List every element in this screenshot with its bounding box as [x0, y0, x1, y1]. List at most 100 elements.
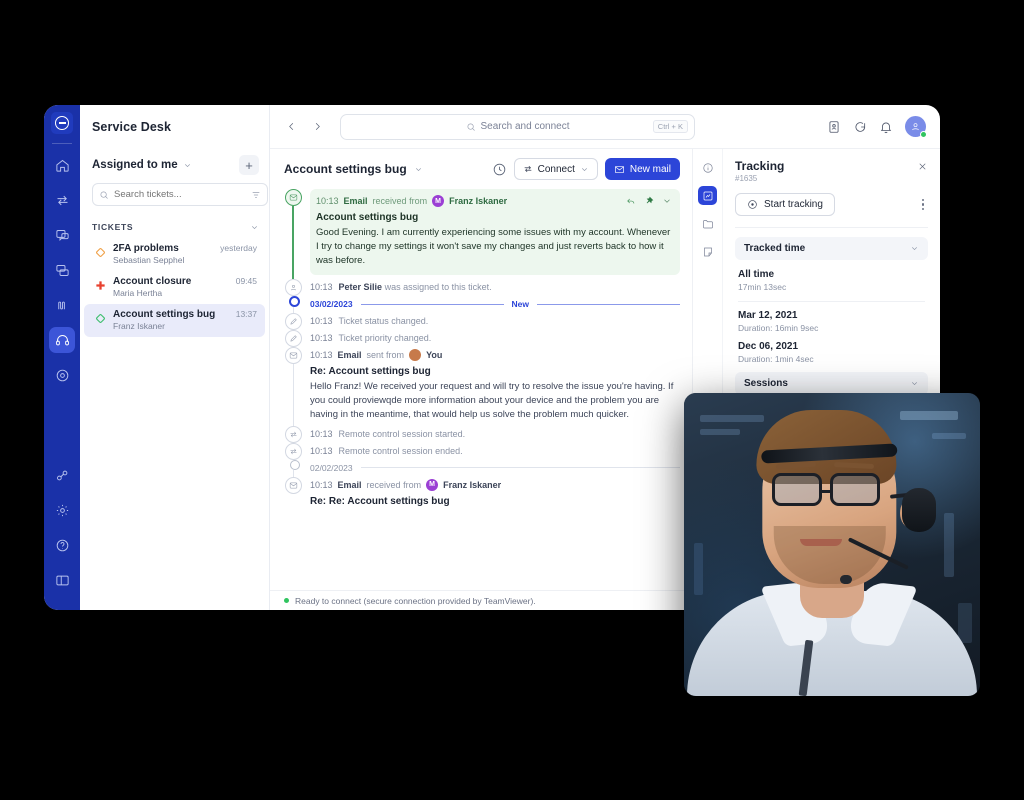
devices-icon[interactable]: [49, 257, 75, 283]
forward-button[interactable]: [308, 118, 326, 136]
event-text: Peter Silie was assigned to this ticket.: [338, 282, 492, 293]
sessions-section[interactable]: Sessions: [735, 372, 928, 395]
assigned-filter-label[interactable]: Assigned to me: [92, 159, 178, 171]
new-mail-button[interactable]: New mail: [604, 158, 680, 180]
ticket-list-item[interactable]: Account settings bug 13:37 Franz Iskaner: [84, 304, 265, 337]
timeline-rail: [284, 330, 302, 348]
monitoring-icon[interactable]: [49, 292, 75, 318]
ticket-timeline: 10:13 Email received from M Franz Iskaner Acc…: [270, 189, 692, 590]
link-icon[interactable]: [49, 462, 75, 488]
message-card[interactable]: 10:13 Email received from M Franz Iskaner Acc…: [310, 189, 680, 276]
close-icon[interactable]: [917, 159, 928, 177]
message-meta: 10:13 Email received from M Franz Iskaner: [316, 195, 672, 207]
support-agent-video-feed[interactable]: [684, 393, 980, 696]
event-text: Remote control session started.: [338, 428, 466, 439]
home-icon[interactable]: [49, 152, 75, 178]
timeline-date-divider: 02/02/2023: [284, 459, 680, 477]
message-actions: [626, 196, 672, 206]
search-tickets-box[interactable]: [92, 183, 268, 206]
sessions-label: Sessions: [744, 378, 788, 389]
ticket-time: 09:45: [235, 276, 257, 286]
message-body: Hello Franz! We received your request an…: [310, 381, 674, 420]
avatar[interactable]: [905, 116, 927, 138]
timeline-date: 03/02/2023: [310, 299, 353, 310]
tickets-section-header[interactable]: TICKETS: [80, 206, 269, 238]
message-author: Franz Iskaner: [443, 479, 502, 490]
headset-icon[interactable]: [49, 327, 75, 353]
chevron-down-icon[interactable]: [250, 223, 259, 232]
cross-red-icon: [95, 276, 106, 298]
event-time: 10:13: [310, 333, 333, 344]
timeline-rail: [284, 313, 302, 331]
panel-divider: [735, 227, 928, 228]
ticket-time: yesterday: [220, 243, 257, 253]
divider-rule: [360, 303, 504, 305]
note-icon[interactable]: [698, 242, 717, 261]
add-ticket-button[interactable]: +: [239, 155, 259, 175]
panel-icon[interactable]: [49, 567, 75, 593]
chat-icon[interactable]: [49, 222, 75, 248]
folder-icon[interactable]: [698, 214, 717, 233]
camera-icon[interactable]: [49, 362, 75, 388]
reply-icon[interactable]: [626, 196, 636, 206]
timeline-message: 10:13 Email received from M Franz Iskaner Re:…: [284, 476, 680, 514]
nav-rail-bottom: [49, 462, 75, 610]
tracking-entry-date: Dec 06, 2021: [738, 341, 799, 352]
transfer-icon[interactable]: [49, 187, 75, 213]
message-card[interactable]: 10:13 Email received from M Franz Iskaner Re:…: [310, 477, 680, 507]
background-light: [944, 513, 954, 577]
bell-icon[interactable]: [879, 120, 893, 134]
ticket-requester: Franz Iskaner: [113, 321, 165, 331]
filter-icon[interactable]: [251, 190, 261, 200]
search-input[interactable]: [114, 189, 246, 200]
info-icon[interactable]: [698, 158, 717, 177]
event-time: 10:13: [310, 316, 333, 327]
connect-button[interactable]: Connect: [513, 158, 598, 180]
chevron-down-icon[interactable]: [183, 161, 192, 170]
chat-bubble-icon[interactable]: [853, 120, 867, 134]
help-icon[interactable]: [49, 532, 75, 558]
agent-glasses-bridge: [822, 489, 832, 493]
nav-divider: [52, 143, 72, 144]
timeline-rail: [284, 442, 302, 460]
ticket-list-item[interactable]: Account closure 09:45 Maria Hertha: [84, 271, 265, 304]
timeline-rail: [284, 279, 302, 297]
message-author: Franz Iskaner: [449, 196, 508, 206]
status-bar-text: Ready to connect (secure connection prov…: [295, 595, 536, 606]
event-time: 10:13: [310, 428, 333, 439]
timeline-rail: [284, 425, 302, 443]
tracking-entry-list: Mar 12, 2021 Duration: 16min 9sec Dec 06, …: [738, 310, 925, 364]
timeline-event: 10:13 Remote control session ended.: [284, 442, 680, 460]
clock-icon[interactable]: [492, 162, 507, 177]
tracked-time-content: All time 17min 13sec Mar 12, 2021 Duratio…: [735, 260, 928, 364]
background-light: [700, 429, 740, 435]
tracking-entry-duration: Duration: 16min 9sec: [738, 323, 819, 333]
kebab-menu-icon[interactable]: [918, 195, 929, 215]
contact-card-icon[interactable]: [827, 120, 841, 134]
user-assign-icon: [284, 279, 302, 297]
message-avatar: M: [432, 195, 445, 207]
search-icon: [100, 191, 108, 199]
all-time-value: 17min 13sec: [738, 282, 787, 292]
message-action: received from: [372, 196, 428, 206]
message-subject: Account settings bug: [316, 212, 419, 223]
pin-icon[interactable]: [644, 196, 654, 206]
ticket-requester: Sebastian Sepphel: [113, 255, 185, 265]
message-card[interactable]: 10:13 Email sent from You Re: Account settin…: [310, 347, 680, 421]
global-search-bar[interactable]: Search and connect Ctrl + K: [340, 113, 695, 140]
chevron-down-icon: [581, 167, 587, 171]
gear-icon[interactable]: [49, 497, 75, 523]
tracking-icon[interactable]: [698, 186, 717, 205]
tracked-time-section[interactable]: Tracked time: [735, 237, 928, 260]
timeline-date: 02/02/2023: [310, 462, 353, 473]
top-bar: Search and connect Ctrl + K: [270, 105, 940, 149]
agent-glasses-left-lens: [772, 473, 822, 506]
chevron-down-icon[interactable]: [414, 165, 423, 174]
chevron-down-icon[interactable]: [662, 196, 672, 206]
ticket-list-item[interactable]: 2FA problems yesterday Sebastian Sepphel: [84, 238, 265, 271]
message-kind: Email: [337, 350, 362, 361]
search-shortcut-badge: Ctrl + K: [652, 120, 688, 133]
start-tracking-button[interactable]: Start tracking: [735, 193, 835, 216]
pencil-icon: [284, 313, 302, 331]
back-button[interactable]: [282, 118, 300, 136]
